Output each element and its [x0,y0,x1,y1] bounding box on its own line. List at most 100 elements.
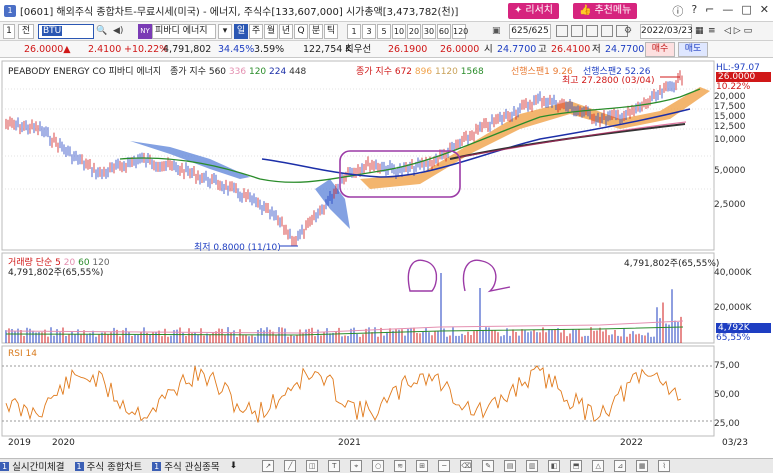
save-icon[interactable] [601,25,613,37]
period-button-6[interactable]: 틱 [324,24,338,39]
ny-badge: NY [138,24,152,39]
pin-tab-icon[interactable]: ⬇ [230,461,238,471]
taskbar-tab[interactable]: 1 실시간미체결 [0,459,65,473]
y-tick: 40,000K [714,268,752,278]
drawing-tool-icon[interactable]: ≋ [394,460,407,472]
drawing-tool-icon[interactable]: ◧ [548,460,561,472]
period-button-3[interactable]: 년 [279,24,293,39]
minimize-button[interactable]: — [722,3,733,19]
period-button-5[interactable]: 분 [309,24,323,39]
low-note: 최저 0.8000 (11/10) [194,243,281,253]
y-tick: 25,00 [714,419,740,429]
ma2-value: 1568 [460,67,484,77]
research-icon: ✦ [514,5,523,16]
maximize-button[interactable]: □ [741,3,751,19]
stock-name-field: 피바디 에너지 [152,24,216,39]
period-button-2[interactable]: 월 [264,24,278,39]
close-button[interactable]: ✕ [760,3,769,19]
nav-arrows-icon[interactable]: ◁ ▷ ▭ [724,26,752,36]
y-tick: 20,000K [714,303,752,313]
drawing-tool-icon[interactable]: T [328,460,341,472]
y-tick: 50,00 [714,390,740,400]
tab-number: 1 [0,461,10,471]
gear-icon[interactable]: ⚙ [624,26,632,36]
price-pane-title: PEABODY ENERGY CO 피바디 에너지 [8,67,162,77]
ticker-input[interactable]: BTU [38,24,94,39]
research-button[interactable]: ✦ 리서치 [508,3,559,19]
market-code[interactable]: 1 [3,24,15,39]
calendar-icon[interactable]: ▦ [695,26,704,36]
volume-last: 4,791,802주(65,55%) [8,268,104,278]
interval-button-5[interactable]: 30 [422,24,436,39]
search-icon[interactable]: 🔍 [96,26,107,36]
open-label: 시 [484,44,493,55]
period-button-0[interactable]: 일 [234,24,248,39]
turnover-percent: 34.45% [218,44,255,55]
title-bar: 1 [0601] 해외주식 종합차트-무료시세(미국) - 에너지, 주식수[1… [0,0,773,22]
recommend-menu-button[interactable]: 👍 추천메뉴 [573,3,638,19]
drawing-tool-icon[interactable]: ✎ [482,460,495,472]
tab-label: 주식 종합차트 [86,462,143,473]
drawing-tool-icon[interactable]: ⌖ [350,460,363,472]
current-price: 26.0000▲ [24,44,71,55]
drawing-tool-icon[interactable]: △ [592,460,605,472]
y-tick: 20,000 [714,92,746,102]
price-y-axis: 20,000 17,500 15,000 12,500 10,000 5,000… [714,92,773,210]
name-dropdown[interactable]: ▾ [218,24,232,39]
x-label-2020: 2020 [52,438,75,448]
sell-button[interactable]: 매도 [678,42,708,57]
drawing-tool-icon[interactable]: ⌇ [658,460,671,472]
taskbar-tab[interactable]: 1 주식 종합차트 [74,459,143,473]
speaker-icon[interactable]: ◀) [113,26,123,36]
chart-settings-icon[interactable]: ≡ [708,26,716,36]
drawing-tool-icon[interactable]: ─ [438,460,451,472]
drawing-tool-icon[interactable]: ↗ [262,460,275,472]
buy-button[interactable]: 매수 [645,42,675,57]
drawing-tool-icon[interactable]: ▥ [526,460,539,472]
taskbar-tab[interactable]: 1 주식 관심종목 [152,459,220,473]
y-tick: 75,00 [714,361,740,371]
interval-button-4[interactable]: 20 [407,24,421,39]
ma2-value: 1120 [434,67,458,77]
period-button-1[interactable]: 주 [249,24,263,39]
drawing-tool-icon[interactable]: ⊿ [614,460,627,472]
taskbar: 1 실시간미체결 1 주식 종합차트 1 주식 관심종목 ⬇ ↗ ╱ ◫ T ⌖ ○ … [0,458,773,473]
jeon-button[interactable]: 전 [18,24,34,39]
tool-icon-1[interactable] [556,25,568,37]
x-label-2022: 2022 [620,438,643,448]
date-field[interactable]: 2022/03/23 [640,24,693,39]
ma-value: 448 [289,67,307,77]
info-icon[interactable]: ⓘ [672,3,683,19]
recommend-label: 추천메뉴 [594,5,632,16]
price-chart-svg[interactable] [0,59,773,451]
interval-button-0[interactable]: 1 [347,24,361,39]
pin-icon[interactable]: ⌐ [705,3,714,19]
period-button-4[interactable]: Q [294,24,308,39]
ma-value: 336 [228,67,247,77]
x-label-2021: 2021 [338,438,361,448]
drawing-tool-icon[interactable]: ╱ [284,460,297,472]
interval-button-1[interactable]: 3 [362,24,376,39]
interval-button-3[interactable]: 10 [392,24,406,39]
interval-button-6[interactable]: 60 [437,24,451,39]
best-bid-value: 26.0000 [440,44,480,55]
chart-area[interactable] [0,59,773,451]
interval-button-7[interactable]: 120 [452,24,468,39]
settings-icon[interactable]: ▣ [492,26,501,36]
tool-icon-2[interactable] [571,25,583,37]
drawing-tool-icon[interactable]: ⬒ [570,460,583,472]
interval-button-2[interactable]: 5 [377,24,391,39]
help-icon[interactable]: ? [691,3,697,19]
pct-tag: 10.22% [716,82,751,92]
drawing-tool-icon[interactable]: ▦ [636,460,649,472]
drawing-tool-icon[interactable]: ◫ [306,460,319,472]
drawing-tool-icon[interactable]: ⊞ [416,460,429,472]
rsi-y-axis: 75,00 50,00 25,00 [714,361,773,429]
tool-icon-3[interactable] [586,25,598,37]
y-tick: 5,0000 [714,166,746,176]
x-label-end: 03/23 [722,438,748,448]
drawing-tool-icon[interactable]: ○ [372,460,385,472]
drawing-tool-icon[interactable]: ⌫ [460,460,473,472]
drawing-tool-icon[interactable]: ▤ [504,460,517,472]
research-label: 리서치 [525,5,553,16]
